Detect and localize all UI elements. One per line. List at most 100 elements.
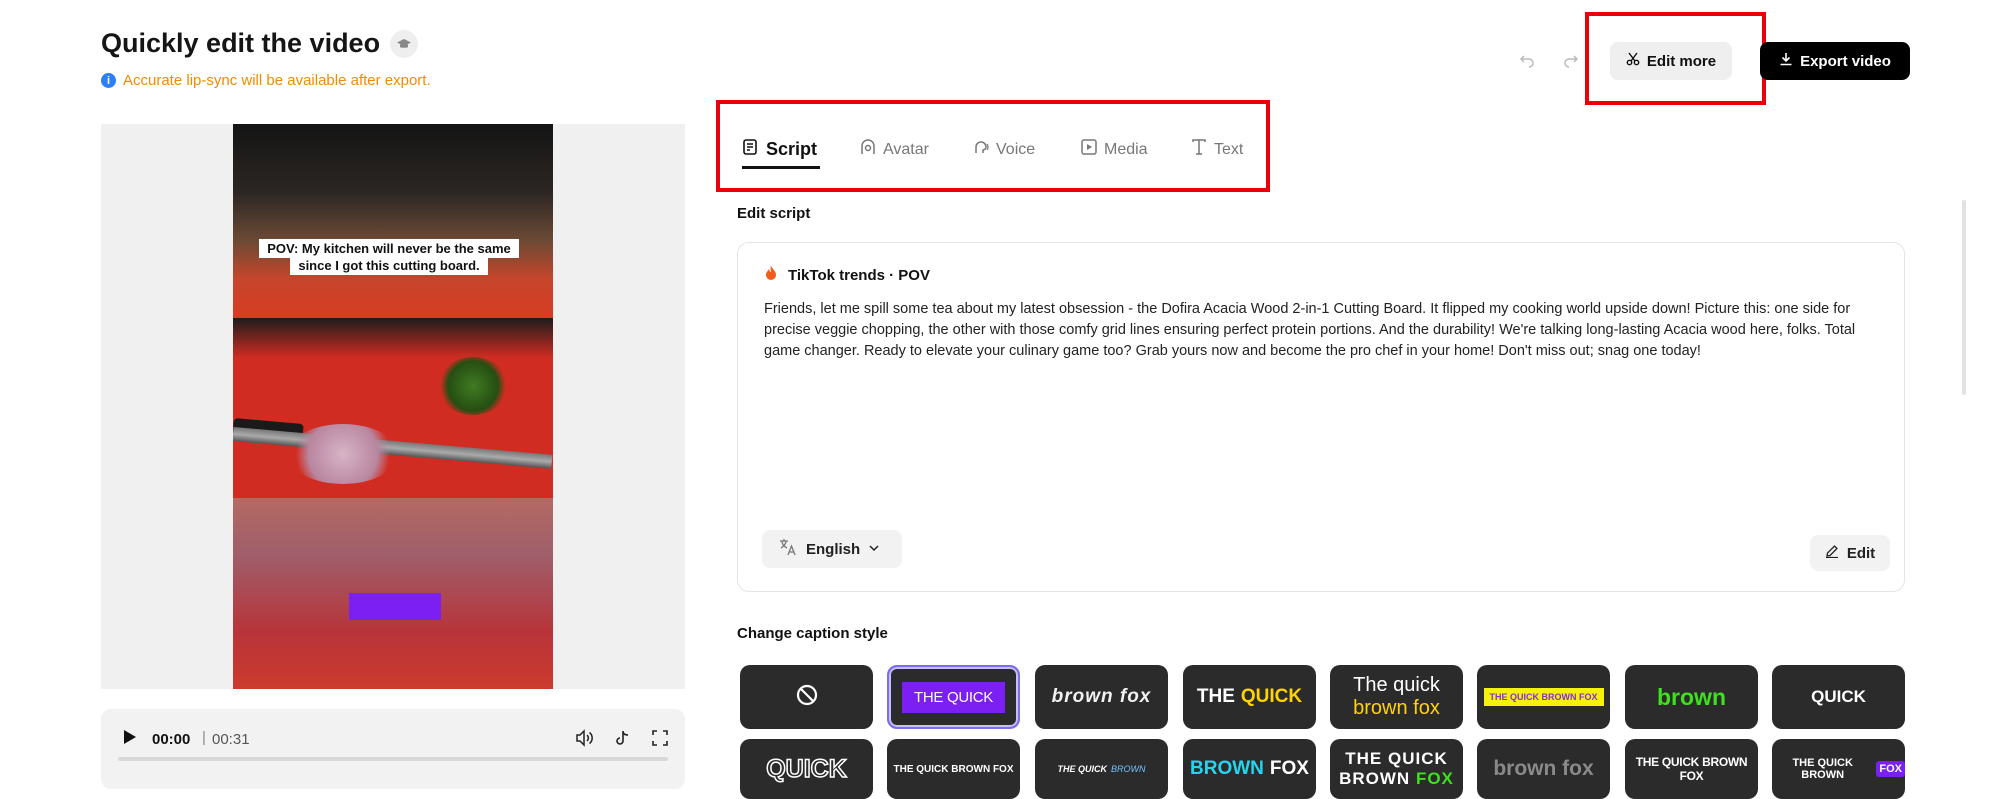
caption-style-small-caps-white[interactable]: THE QUICK BROWN FOX — [887, 739, 1020, 799]
script-template-name: TikTok trends · POV — [788, 266, 930, 284]
redo-icon[interactable] — [1559, 48, 1583, 72]
caption-style-italic-blue-text-a: THE QUICK — [1057, 764, 1108, 774]
caption-style-two-line-top: The quick — [1353, 674, 1440, 696]
voice-icon — [972, 138, 990, 161]
caption-style-italic-blue[interactable]: THE QUICK BROWN — [1035, 739, 1168, 799]
tab-media-label: Media — [1104, 140, 1148, 158]
tab-voice-label: Voice — [996, 140, 1036, 158]
total-time: 00:31 — [212, 731, 250, 748]
caption-style-brown-fox-grey[interactable]: brown fox — [1477, 739, 1610, 799]
tab-avatar-label: Avatar — [883, 140, 929, 158]
fullscreen-icon[interactable] — [648, 726, 672, 750]
export-video-label: Export video — [1800, 52, 1891, 70]
chevron-down-icon — [868, 541, 880, 558]
info-icon: i — [101, 73, 116, 88]
caption-style-italic-blue-text-b: BROWN — [1111, 764, 1146, 774]
edit-label: Edit — [1846, 544, 1876, 562]
avatar-icon — [859, 138, 877, 161]
script-template-title: TikTok trends · POV — [764, 265, 930, 285]
caption-placeholder-bar — [349, 593, 441, 620]
edit-script-heading: Edit script — [737, 205, 811, 222]
caption-style-quick-outline-text: QUICK — [765, 754, 847, 784]
play-icon[interactable] — [120, 728, 142, 750]
current-time: 00:00 — [152, 731, 191, 748]
caption-style-brown-fox-grey-text: brown fox — [1493, 757, 1594, 780]
page-scrollbar[interactable] — [1962, 200, 1966, 395]
script-body[interactable]: Friends, let me spill some tea about my … — [764, 299, 1886, 362]
caption-style-brown-cyan-text: BROWN — [1190, 758, 1264, 779]
video-frame-cutting-board — [233, 318, 553, 498]
edit-script-button[interactable]: Edit — [1810, 535, 1890, 571]
caption-style-two-line-green[interactable]: THE QUICK BROWN FOX — [1330, 739, 1463, 799]
caption-style-two-line-green-brown: BROWN — [1339, 769, 1411, 788]
caption-style-yellow-highlight-text: THE QUICK BROWN FOX — [1483, 688, 1604, 706]
page-title-text: Quickly edit the video — [101, 28, 381, 58]
caption-style-two-line[interactable]: The quick brown fox — [1330, 665, 1463, 729]
caption-style-small-caps-white-text: THE QUICK BROWN FOX — [893, 763, 1014, 775]
translate-icon — [778, 537, 798, 561]
caption-style-none[interactable] — [740, 665, 873, 729]
download-icon — [1779, 52, 1793, 70]
script-card — [737, 242, 1905, 592]
undo-icon[interactable] — [1515, 48, 1539, 72]
caption-style-quick-yellow-text: QUICK — [1240, 686, 1303, 707]
tab-script[interactable]: Script — [742, 138, 817, 161]
tab-text-label: Text — [1214, 140, 1244, 158]
caption-style-two-line-green-fox: FOX — [1415, 769, 1454, 788]
page-title: Quickly edit the video — [101, 28, 419, 59]
herb-image — [438, 357, 508, 415]
tab-text[interactable]: Text — [1190, 138, 1243, 161]
caption-line-2: since I got this cutting board. — [290, 256, 488, 275]
caption-style-condensed-white-text: THE QUICK BROWN FOX — [1635, 755, 1748, 783]
caption-style-green-brown-text: brown — [1657, 683, 1726, 710]
caption-style-brown-fox-italic[interactable]: brown fox — [1035, 665, 1168, 729]
script-icon — [742, 138, 760, 161]
volume-icon[interactable] — [572, 726, 596, 750]
video-overlay-caption: POV: My kitchen will never be the same s… — [248, 239, 530, 275]
edit-more-button[interactable]: Edit more — [1610, 42, 1732, 80]
caption-style-purple-fox-text-b: FOX — [1876, 761, 1905, 777]
caption-style-fox-white-text: FOX — [1269, 758, 1309, 779]
time-separator: | — [202, 729, 206, 746]
caption-style-purple-fox-text-a: THE QUICK BROWN — [1792, 757, 1853, 781]
pencil-icon — [1825, 544, 1839, 562]
active-tab-indicator — [742, 166, 820, 169]
caption-style-the-quick-yellow[interactable]: THE QUICK — [1183, 665, 1316, 729]
video-player-controls — [101, 709, 685, 789]
caption-style-quick-white-text: QUICK — [1811, 687, 1866, 706]
caption-style-two-line-bottom: brown fox — [1353, 697, 1440, 719]
caption-style-purple-box-text: THE QUICK — [902, 681, 1005, 713]
language-dropdown[interactable]: English — [762, 530, 902, 568]
caption-style-two-line-green-top: THE QUICK — [1345, 749, 1448, 768]
progress-bar[interactable] — [118, 757, 668, 761]
lip-sync-notice: i Accurate lip-sync will be available af… — [101, 72, 431, 89]
tab-voice[interactable]: Voice — [972, 138, 1035, 161]
caption-style-purple-fox[interactable]: THE QUICK BROWN FOX — [1772, 739, 1905, 799]
caption-style-green-brown[interactable]: brown — [1625, 665, 1758, 729]
tab-script-label: Script — [766, 139, 818, 159]
video-preview[interactable]: POV: My kitchen will never be the same s… — [233, 124, 553, 689]
tab-avatar[interactable]: Avatar — [859, 138, 929, 161]
text-icon — [1190, 138, 1208, 161]
caption-style-purple-box[interactable]: THE QUICK — [887, 665, 1020, 729]
flame-icon — [764, 265, 778, 285]
notice-text: Accurate lip-sync will be available afte… — [123, 72, 431, 89]
ban-icon — [795, 683, 819, 712]
tiktok-icon[interactable] — [610, 726, 634, 750]
caption-style-brown-fox-italic-text: brown fox — [1051, 686, 1152, 707]
caption-style-yellow-highlight[interactable]: THE QUICK BROWN FOX — [1477, 665, 1610, 729]
video-frame-top — [233, 124, 553, 318]
caption-style-heading: Change caption style — [737, 625, 888, 642]
tab-media[interactable]: Media — [1080, 138, 1148, 161]
language-label: English — [806, 540, 861, 558]
chopped-onion-image — [288, 424, 398, 484]
caption-style-condensed-white[interactable]: THE QUICK BROWN FOX — [1625, 739, 1758, 799]
caption-style-brown-fox-cyan[interactable]: BROWN FOX — [1183, 739, 1316, 799]
caption-style-quick-white[interactable]: QUICK — [1772, 665, 1905, 729]
edit-more-label: Edit more — [1646, 52, 1717, 70]
caption-style-the-text: THE — [1196, 686, 1235, 707]
scissors-icon — [1626, 52, 1640, 70]
caption-style-quick-outline[interactable]: QUICK — [740, 739, 873, 799]
export-video-button[interactable]: Export video — [1760, 42, 1910, 80]
graduation-cap-icon[interactable] — [390, 29, 419, 58]
